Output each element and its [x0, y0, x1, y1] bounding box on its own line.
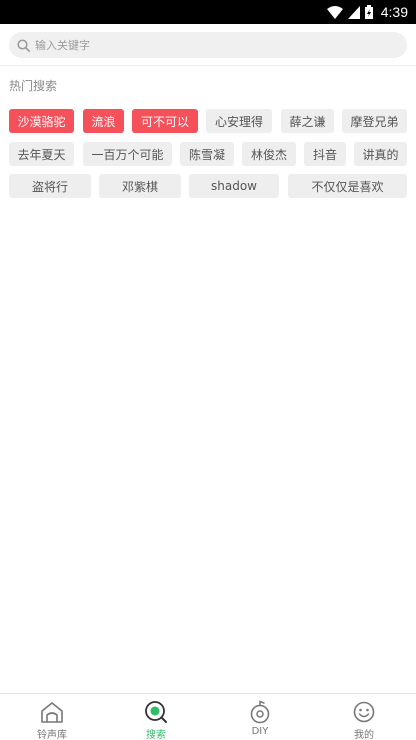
- hot-tag[interactable]: 陈雪凝: [180, 142, 234, 166]
- wifi-icon: [326, 5, 343, 19]
- status-bar: 4:39: [0, 0, 416, 24]
- tab-diy[interactable]: DIY: [208, 694, 312, 740]
- hot-tag[interactable]: 抖音: [304, 142, 346, 166]
- hot-tag[interactable]: 可不可以: [132, 109, 198, 133]
- hot-tag[interactable]: 不仅仅是喜欢: [288, 174, 407, 198]
- hot-tag[interactable]: 沙漠骆驼: [9, 109, 74, 133]
- hot-tag[interactable]: 盗将行: [9, 174, 91, 198]
- hot-tag[interactable]: 去年夏天: [9, 142, 74, 166]
- cell-signal-icon: [347, 5, 360, 19]
- hot-tag[interactable]: 讲真的: [354, 142, 407, 166]
- tab-search[interactable]: 搜索: [104, 694, 208, 740]
- hot-tag[interactable]: 心安理得: [206, 109, 272, 133]
- bottom-tab-bar: 铃声库 搜索 DIY 我的: [0, 693, 416, 740]
- hot-tag[interactable]: 一百万个可能: [83, 142, 172, 166]
- tab-label: DIY: [251, 726, 269, 737]
- tab-label: 搜索: [146, 730, 166, 740]
- hot-tag[interactable]: 流浪: [83, 109, 124, 133]
- hot-tag[interactable]: shadow: [189, 174, 279, 198]
- hot-tag[interactable]: 林俊杰: [242, 142, 296, 166]
- hot-search-title: 热门搜索: [9, 79, 58, 93]
- search-input[interactable]: [35, 38, 375, 52]
- battery-icon: [364, 5, 373, 19]
- tab-ringtone-library[interactable]: 铃声库: [0, 694, 104, 740]
- tab-label: 我的: [354, 730, 374, 740]
- search-header: [0, 24, 416, 66]
- search-icon: [144, 700, 168, 724]
- search-box[interactable]: [9, 32, 407, 58]
- tab-label: 铃声库: [37, 730, 67, 740]
- tab-mine[interactable]: 我的: [312, 694, 416, 740]
- status-time: 4:39: [380, 4, 408, 20]
- hot-tag[interactable]: 薛之谦: [281, 109, 334, 133]
- home-icon: [40, 700, 64, 724]
- hot-tag[interactable]: 邓紫棋: [99, 174, 181, 198]
- smiley-icon: [353, 700, 375, 724]
- hot-tag[interactable]: 摩登兄弟: [342, 109, 407, 133]
- diy-icon: [249, 700, 271, 724]
- search-icon: [17, 38, 30, 52]
